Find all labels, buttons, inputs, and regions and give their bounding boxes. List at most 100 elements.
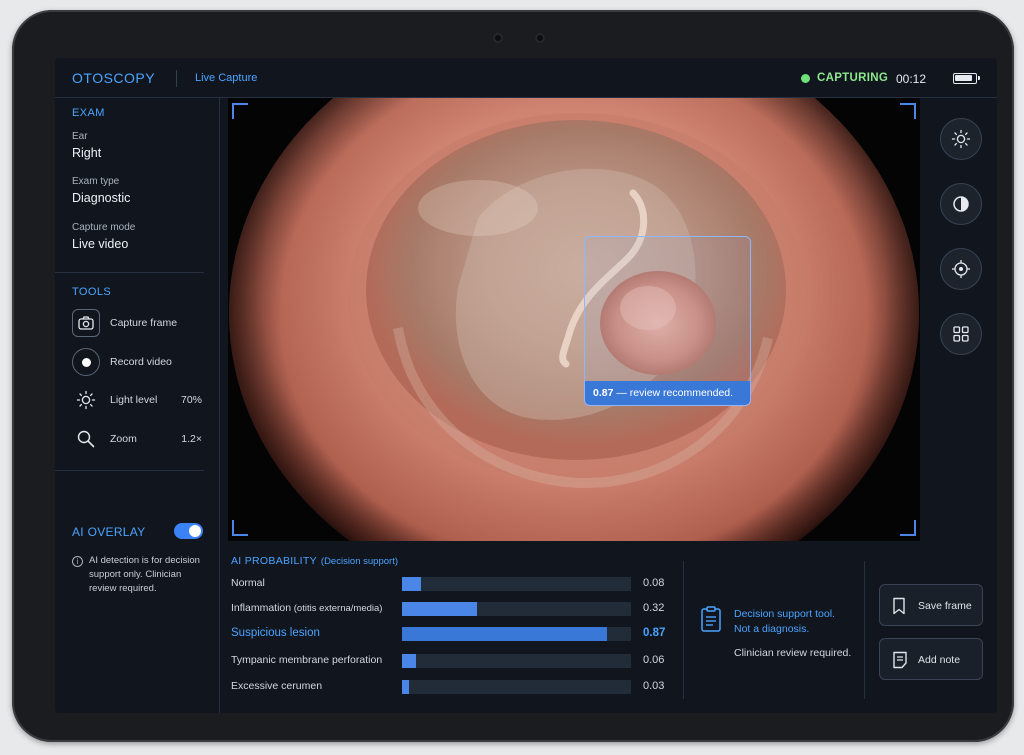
capture-status: CAPTURING (817, 72, 889, 84)
sidebar-divider (55, 272, 204, 273)
probability-label: Suspicious lesion (231, 627, 320, 639)
probability-title: AI PROBABILITY (Decision support) (231, 555, 398, 567)
header-divider (176, 70, 177, 87)
probability-bar (402, 577, 421, 591)
probability-row: Inflammation (otitis externa/media) 0.32 (231, 600, 676, 618)
target-icon (952, 260, 970, 278)
capture-frame-label: Capture frame (110, 317, 178, 329)
zoom-value: 1.2× (181, 433, 202, 445)
panel-divider (683, 561, 684, 699)
capture-timer: 00:12 (896, 72, 927, 86)
top-bar: OTOSCOPY Live Capture CAPTURING 00:12 (55, 58, 997, 98)
probability-label-extra: (otitis externa/media) (291, 603, 383, 614)
probability-bar (402, 680, 410, 694)
brightness-button[interactable] (940, 118, 982, 160)
zoom-label: Zoom (110, 433, 137, 445)
probability-bar (402, 627, 608, 641)
record-icon (72, 348, 100, 376)
light-level-tool[interactable]: Light level 70% (72, 386, 202, 414)
ear-canal-image (228, 98, 920, 541)
probability-label-text: Suspicious lesion (231, 627, 320, 639)
probability-bar (402, 654, 417, 668)
ai-overlay-toggle[interactable] (174, 523, 203, 539)
disclaimer-line-1: Decision support tool. (734, 608, 835, 620)
probability-value: 0.32 (643, 602, 665, 614)
capture-mode-value[interactable]: Live video (72, 237, 128, 251)
ai-overlay-title: AI OVERLAY (72, 525, 146, 539)
frame-corner (900, 520, 916, 536)
target-button[interactable] (940, 248, 982, 290)
tablet-frame: OTOSCOPY Live Capture CAPTURING 00:12 EX… (12, 10, 1014, 742)
otoscope-viewer[interactable]: 0.87 — review recommended. (228, 98, 920, 541)
probability-label: Inflammation (otitis externa/media) (231, 602, 382, 614)
probability-label-text: Inflammation (231, 602, 292, 614)
probability-track (402, 602, 631, 616)
detection-score: 0.87 (593, 387, 614, 399)
exam-section-title: EXAM (72, 107, 105, 119)
mode-label: Live Capture (195, 72, 258, 84)
ai-overlay-note: AI detection is for decision support onl… (89, 555, 200, 594)
brightness-icon (951, 129, 971, 149)
add-note-label: Add note (918, 654, 961, 666)
probability-label-text: Normal (231, 577, 265, 589)
probability-track (402, 654, 631, 668)
search-icon (72, 425, 100, 453)
camera-icon (72, 309, 100, 337)
probability-track (402, 680, 631, 694)
front-sensor (535, 33, 545, 43)
sidebar: EXAM Ear Right Exam type Diagnostic Capt… (55, 98, 220, 713)
panel-divider (864, 561, 865, 699)
probability-label: Excessive cerumen (231, 680, 322, 692)
app-title: OTOSCOPY (72, 70, 156, 86)
front-camera (493, 33, 503, 43)
note-icon (893, 651, 907, 669)
record-video-label: Record video (110, 356, 172, 368)
capture-frame-tool[interactable]: Capture frame (72, 309, 202, 337)
probability-title-text: AI PROBABILITY (231, 555, 317, 567)
probability-label: Normal (231, 577, 265, 589)
probability-track (402, 577, 631, 591)
probability-value: 0.87 (643, 627, 666, 639)
probability-subtitle: (Decision support) (320, 556, 398, 567)
frame-corner (900, 103, 916, 119)
bookmark-icon (893, 597, 905, 615)
probability-row: Tympanic membrane perforation 0.06 (231, 652, 676, 670)
info-icon: i (72, 556, 83, 567)
probability-row: Suspicious lesion 0.87 (231, 625, 676, 643)
grid-button[interactable] (940, 313, 982, 355)
disclaimer-line-3: Clinician review required. (734, 647, 852, 659)
brightness-icon (72, 386, 100, 414)
sidebar-divider (55, 470, 204, 471)
frame-corner (232, 520, 248, 536)
disclaimer-line-2: Not a diagnosis. (734, 623, 810, 635)
probability-value: 0.08 (643, 577, 665, 589)
probability-value: 0.03 (643, 680, 665, 692)
probability-row: Excessive cerumen 0.03 (231, 678, 676, 696)
capture-mode-label: Capture mode (72, 222, 136, 233)
exam-type-value[interactable]: Diagnostic (72, 191, 130, 205)
grid-icon (953, 326, 969, 342)
exam-type-label: Exam type (72, 176, 120, 187)
contrast-icon (953, 196, 969, 212)
battery-icon (953, 73, 980, 84)
ear-label: Ear (72, 131, 88, 142)
record-video-tool[interactable]: Record video (72, 348, 202, 376)
probability-track (402, 627, 631, 641)
probability-label: Tympanic membrane perforation (231, 654, 382, 666)
detection-label: 0.87 — review recommended. (585, 381, 750, 405)
light-level-value: 70% (180, 394, 202, 406)
detection-box[interactable]: 0.87 — review recommended. (584, 236, 751, 406)
probability-row: Normal 0.08 (231, 575, 676, 593)
zoom-tool[interactable]: Zoom 1.2× (72, 425, 202, 453)
add-note-button[interactable]: Add note (879, 638, 983, 680)
clipboard-icon (701, 606, 721, 632)
save-frame-button[interactable]: Save frame (879, 584, 983, 626)
ear-value[interactable]: Right (72, 146, 101, 160)
save-frame-label: Save frame (918, 600, 972, 612)
tools-section-title: TOOLS (72, 286, 112, 298)
probability-label-text: Excessive cerumen (231, 680, 323, 692)
frame-corner (232, 103, 248, 119)
contrast-button[interactable] (940, 183, 982, 225)
detection-text: — review recommended. (613, 387, 734, 399)
probability-value: 0.06 (643, 654, 665, 666)
